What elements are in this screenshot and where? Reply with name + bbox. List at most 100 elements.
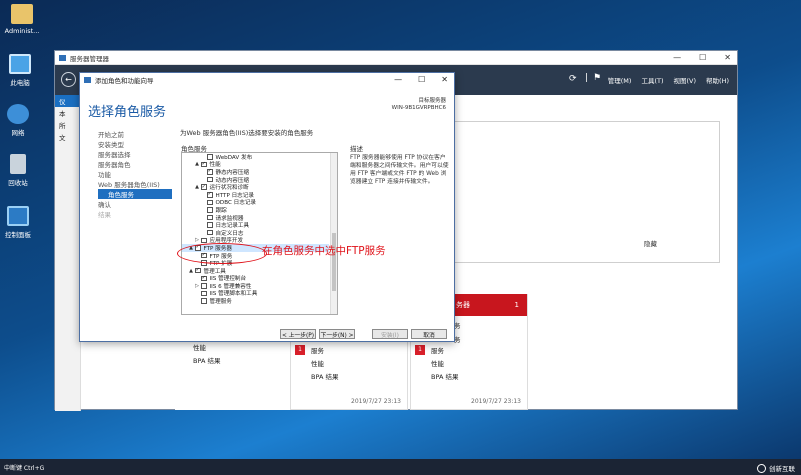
checkbox[interactable]: ✓ <box>201 162 207 168</box>
tree-item[interactable]: 跟踪 <box>182 206 329 214</box>
next-button[interactable]: 下一步(N) > <box>319 329 355 339</box>
tile-row[interactable]: 服务 <box>431 345 444 355</box>
flag-icon[interactable]: ⚑ <box>593 73 601 83</box>
checkbox[interactable]: ✓ <box>201 184 207 190</box>
maximize-icon[interactable]: ☐ <box>699 53 706 62</box>
minimize-icon[interactable]: — <box>673 53 681 62</box>
alert-badge: 1 <box>415 344 425 355</box>
tree-item-label: WebDAV 发布 <box>215 154 253 161</box>
prev-button[interactable]: < 上一步(P) <box>280 329 316 339</box>
wizard-close-icon[interactable]: ✕ <box>441 75 448 84</box>
tree-item[interactable]: 日志记录工具 <box>182 221 329 229</box>
expander-icon[interactable]: ▷ <box>194 283 200 289</box>
tile-row[interactable]: BPA 结果 <box>175 353 293 366</box>
desktop-icon-this-pc[interactable]: 此电脑 <box>0 54 42 87</box>
scroll-thumb[interactable] <box>332 233 336 291</box>
wizard-step[interactable]: 服务器角色 <box>98 159 172 169</box>
tree-scrollbar[interactable] <box>330 153 337 314</box>
destination-label: 目标服务器 <box>418 98 446 104</box>
destination-server: 目标服务器 WIN-9B1GVRPBHC6 <box>392 98 446 112</box>
tree-item[interactable]: WebDAV 发布 <box>182 153 329 161</box>
wizard-step[interactable]: 结果 <box>98 209 172 219</box>
close-icon[interactable]: ✕ <box>724 53 731 62</box>
sidebar-item-dashboard[interactable]: 仪 <box>55 95 80 107</box>
menu-manage[interactable]: 管理(M) <box>608 75 632 85</box>
watermark-text: 创新互联 <box>769 465 795 473</box>
checkbox[interactable]: ✓ <box>195 268 201 274</box>
menu-view[interactable]: 视图(V) <box>674 75 697 85</box>
checkbox[interactable] <box>207 222 213 228</box>
user-folder-icon <box>11 4 33 24</box>
checkbox[interactable] <box>201 290 207 297</box>
sidebar-item-all[interactable]: 所 <box>55 119 80 131</box>
desktop-icon-admin[interactable]: Administ... <box>0 4 44 35</box>
tile-row[interactable]: 服务 <box>311 345 324 355</box>
checkbox[interactable] <box>207 176 213 183</box>
tile-date: 2019/7/27 23:13 <box>471 398 521 405</box>
desktop-icon-recycle-bin[interactable]: 回收站 <box>0 154 40 187</box>
tree-item[interactable]: ▲ ✓ 管理工具 <box>182 267 329 275</box>
tree-item[interactable]: 请求监视器 <box>182 214 329 222</box>
wizard-maximize-icon[interactable]: ☐ <box>418 75 425 84</box>
checkbox[interactable]: ✓ <box>201 276 207 282</box>
checkbox[interactable] <box>207 214 213 221</box>
wizard-step[interactable]: Web 服务器角色(IIS) <box>98 179 172 189</box>
server-tile-header[interactable]: 务器 1 <box>448 294 527 316</box>
tree-item[interactable]: 管理服务 <box>182 297 329 305</box>
wizard-step[interactable]: 角色服务 <box>98 189 172 199</box>
menu-tools[interactable]: 工具(T) <box>641 75 663 85</box>
tile-row[interactable]: BPA 结果 <box>411 369 527 382</box>
role-services-tree[interactable]: WebDAV 发布 ▲ ✓ 性能 ✓ 静态内容压缩 动态内容压缩 ▲ ✓ 运行状况和诊断 ✓ HTTP… <box>181 152 338 315</box>
checkbox[interactable] <box>201 298 207 304</box>
checkbox[interactable]: ✓ <box>207 169 213 175</box>
checkbox[interactable] <box>207 154 213 160</box>
tree-item[interactable]: ▲ ✓ 性能 <box>182 161 329 168</box>
desktop-icon-label: 控制面板 <box>5 231 31 239</box>
checkbox[interactable]: ✓ <box>207 192 213 198</box>
expander-icon[interactable]: ▷ <box>194 237 200 243</box>
checkbox[interactable] <box>207 199 213 206</box>
checkbox[interactable] <box>207 229 213 236</box>
wizard-step[interactable]: 服务器选择 <box>98 149 172 159</box>
expander-icon[interactable]: ▲ <box>194 184 200 190</box>
sidebar-item-files[interactable]: 文 <box>55 131 80 143</box>
expander-icon[interactable]: ▲ <box>194 161 200 167</box>
tree-item[interactable]: 动态内容压缩 <box>182 176 329 184</box>
tile-row[interactable]: 性能 <box>291 356 407 369</box>
recycle-bin-icon <box>10 154 26 174</box>
cancel-button[interactable]: 取消 <box>411 329 447 339</box>
tile-row[interactable]: BPA 结果 <box>291 369 407 382</box>
wizard-step[interactable]: 安装类型 <box>98 139 172 149</box>
desktop-icon-network[interactable]: 网络 <box>0 104 40 137</box>
wizard-step[interactable]: 确认 <box>98 199 172 209</box>
wizard-step[interactable]: 功能 <box>98 169 172 179</box>
tree-item[interactable]: IIS 管理脚本和工具 <box>182 290 329 297</box>
tree-item[interactable]: ✓ IIS 管理控制台 <box>182 275 329 282</box>
desktop-icon-control-panel[interactable]: 控制面板 <box>0 206 40 239</box>
wizard-app-icon <box>84 77 91 83</box>
server-manager-app-icon <box>59 54 66 61</box>
tree-item[interactable]: ✓ 静态内容压缩 <box>182 168 329 176</box>
checkbox[interactable] <box>201 283 207 289</box>
watermark: 创新互联 <box>757 463 795 473</box>
wizard-buttons: < 上一步(P) 下一步(N) > 安装(I) 取消 <box>280 329 447 339</box>
back-arrow-icon[interactable]: ← <box>61 72 76 87</box>
wizard-step[interactable]: 开始之前 <box>98 129 172 139</box>
hide-link[interactable]: 隐藏 <box>644 238 657 248</box>
tree-item[interactable]: ODBC 日志记录 <box>182 199 329 206</box>
control-panel-icon <box>7 206 29 226</box>
install-button[interactable]: 安装(I) <box>372 329 408 339</box>
checkbox[interactable] <box>207 207 213 213</box>
tile-row[interactable]: 性能 <box>411 356 527 369</box>
wizard-minimize-icon[interactable]: — <box>394 75 402 84</box>
tree-item[interactable]: ▲ ✓ 运行状况和诊断 <box>182 183 329 191</box>
wizard-steps: 开始之前 安装类型 服务器选择 服务器角色 功能 Web 服务器角色(IIS) 角色服务 确认… <box>98 129 172 219</box>
expander-icon[interactable]: ▲ <box>188 268 194 274</box>
tree-item[interactable]: 自定义日志 <box>182 229 329 237</box>
taskbar: 中断键 Ctrl+G 创新互联 <box>0 459 801 475</box>
wizard-heading: 选择角色服务 <box>88 105 167 120</box>
sidebar-item-local[interactable]: 本 <box>55 107 80 119</box>
refresh-icon[interactable]: ⟳ <box>569 74 577 84</box>
checkbox[interactable] <box>201 237 207 244</box>
menu-help[interactable]: 帮助(H) <box>706 75 729 85</box>
